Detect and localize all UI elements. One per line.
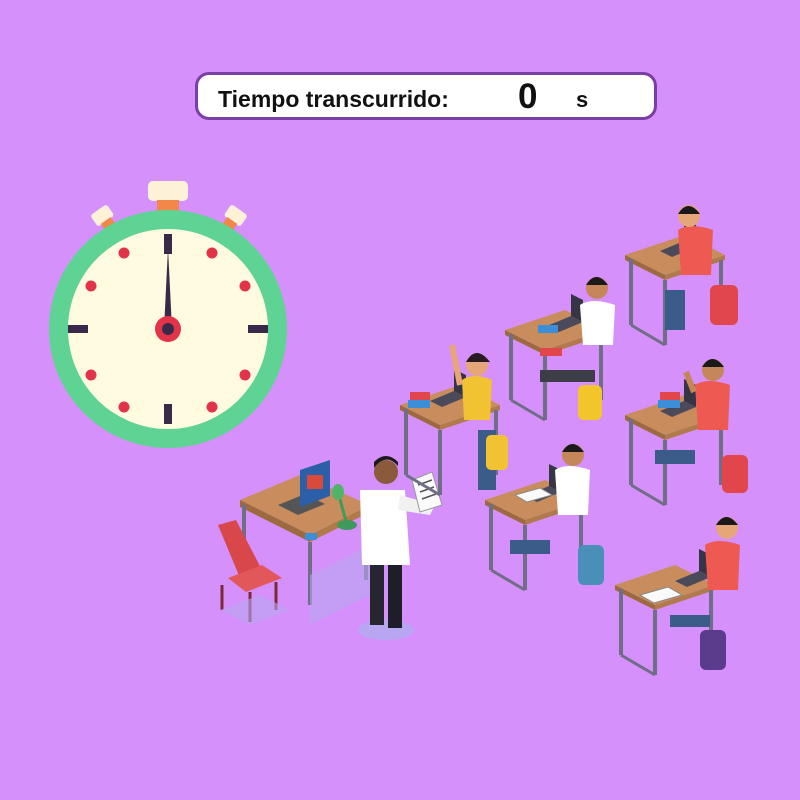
game-stage: Tiempo transcurrido: 0 s bbox=[0, 0, 800, 800]
teacher-figure bbox=[358, 456, 443, 640]
classroom-illustration bbox=[218, 205, 748, 677]
teacher-chair bbox=[218, 520, 290, 625]
